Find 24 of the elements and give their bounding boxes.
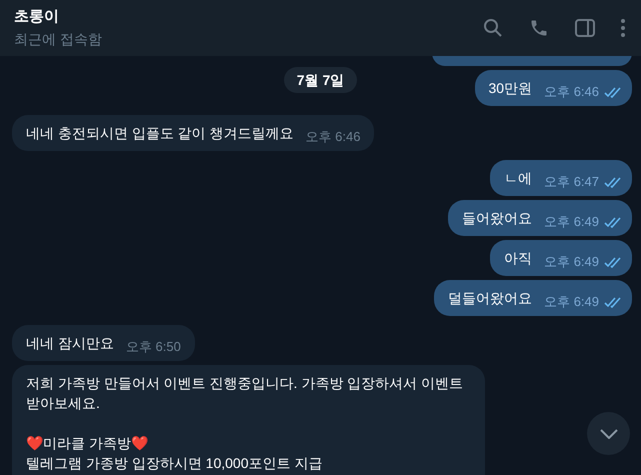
chevron-down-icon — [600, 428, 618, 438]
message-text: ㄴ에 — [503, 169, 532, 188]
message-text: 네네 충전되시면 입플도 같이 챙겨드릴께요 — [25, 124, 294, 143]
more-options-icon[interactable] — [621, 19, 625, 37]
message-text: 덜들어왔어요 — [447, 289, 532, 308]
chat-title: 초롱이 — [14, 7, 60, 27]
scroll-down-button[interactable] — [587, 412, 630, 455]
date-badge: 7월 7일 — [284, 67, 358, 93]
message-time: 오후 6:50 — [126, 339, 181, 355]
message-time: 오후 6:49 — [544, 294, 599, 310]
message-time: 오후 6:46 — [544, 84, 599, 100]
last-seen-status: 최근에 접속함 — [14, 30, 103, 49]
message-time: 오후 6:47 — [544, 174, 599, 190]
message-time: 오후 6:46 — [306, 129, 360, 145]
message-time: 오후 6:49 — [544, 214, 599, 230]
search-icon[interactable] — [483, 18, 503, 38]
message-text: 저희 가족방 만들어서 이벤트 진행중입니다. 가족방 입장하셔서 이벤트 받아보세요. ❤미라클 가족방❤ 텔레그램 가종방 입장하시면 10,000포인트 지급 — [25, 374, 464, 473]
message-text: 30만원 — [488, 79, 532, 98]
message-text: 아직 — [503, 249, 532, 268]
message-time: 오후 6:49 — [544, 254, 599, 270]
phone-icon[interactable] — [529, 18, 549, 38]
message-text: 들어왔어요 — [461, 209, 532, 228]
sidebar-panel-icon[interactable] — [575, 19, 595, 37]
message-text: 네네 잠시만요 — [25, 334, 114, 353]
